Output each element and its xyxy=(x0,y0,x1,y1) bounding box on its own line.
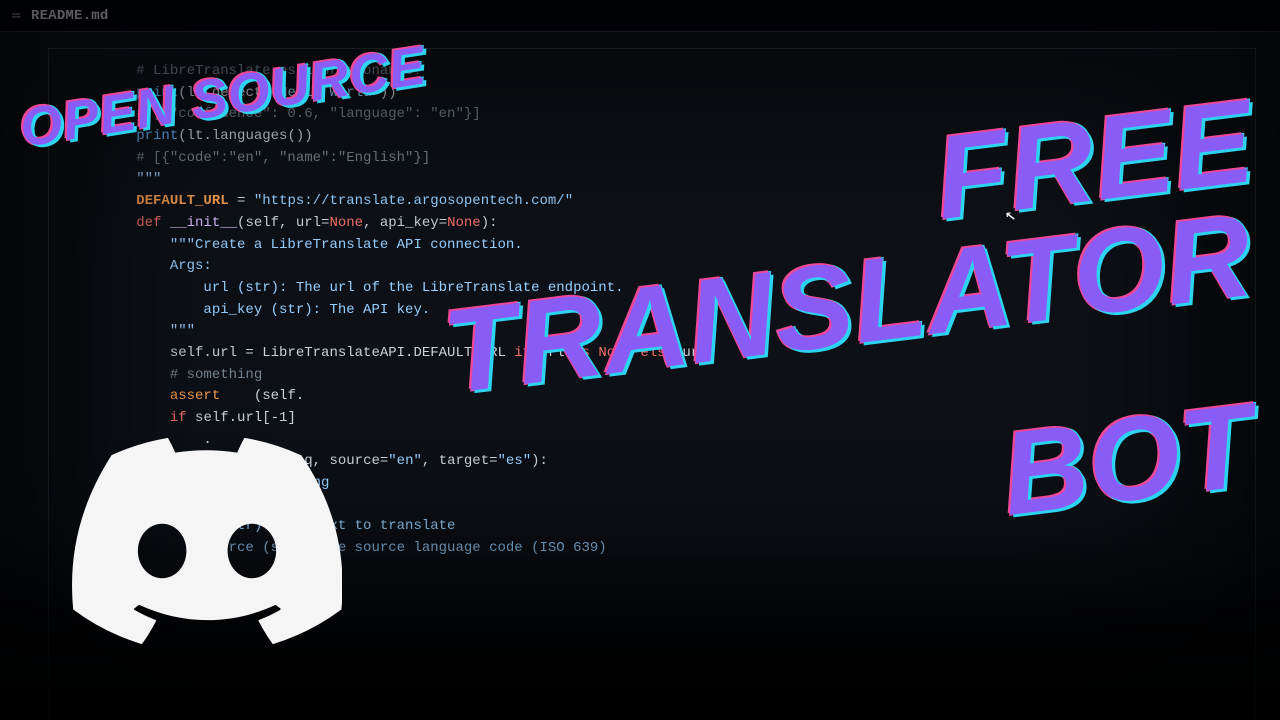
code-line: assert (self. xyxy=(69,386,1255,408)
code-line: url (str): The url of the LibreTranslate… xyxy=(69,280,624,296)
outline-icon[interactable]: ≔ xyxy=(12,6,21,25)
code-line: api_key (str): The API key. xyxy=(69,302,430,318)
active-tab-filename[interactable]: README.md xyxy=(31,8,108,24)
code-line: DEFAULT_URL = "https://translate.argosop… xyxy=(69,191,1255,213)
code-line: # LibreTranslate es impresionante! xyxy=(69,63,422,79)
code-line: q (str): The text to translate xyxy=(69,518,455,534)
code-line: . xyxy=(69,432,212,448)
code-line: def __init__(self, url=None, api_key=Non… xyxy=(69,213,1255,235)
code-line: print(lt.detect("Hello World")) xyxy=(69,83,1255,105)
tab-bar: ≔ README.md xyxy=(0,0,1280,32)
code-line: print(lt.languages()) xyxy=(69,126,1255,148)
code-line: Args: xyxy=(69,258,212,274)
code-line: if self.url[-1] xyxy=(69,408,1255,430)
code-line: # [{"code":"en", "name":"English"}] xyxy=(69,150,430,166)
code-line: """ xyxy=(69,323,195,339)
code-line: """Translate string xyxy=(69,475,329,491)
code-line: """Create a LibreTranslate API connectio… xyxy=(69,237,523,253)
code-line: self.url = LibreTranslateAPI.DEFAULT_URL… xyxy=(69,343,1255,365)
code-line: Args: xyxy=(69,497,212,513)
code-line: # something xyxy=(69,367,262,383)
code-line: """ xyxy=(69,171,161,187)
code-line: source (str): The source language code (… xyxy=(69,540,607,556)
code-line: def translate(self, q, source="en", targ… xyxy=(69,451,1255,473)
code-line: # [{"confidence": 0.6, "language": "en"}… xyxy=(69,106,481,122)
code-viewer[interactable]: # LibreTranslate es impresionante! print… xyxy=(48,48,1256,720)
